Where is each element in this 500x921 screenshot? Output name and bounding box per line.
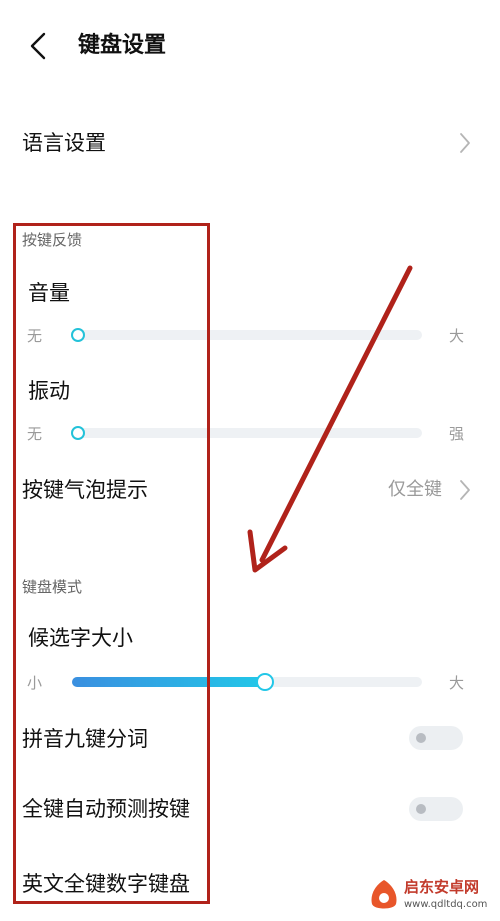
page-title: 键盘设置: [78, 33, 167, 58]
toggle-knob: [416, 804, 426, 814]
brand-logo-icon: [371, 880, 397, 909]
candidate-size-max-label: 大: [449, 674, 465, 692]
watermark: 启东安卓网 www.qdltdq.com: [368, 876, 496, 916]
language-setting-label: 语言设置: [22, 131, 106, 155]
candidate-size-slider-thumb[interactable]: [257, 674, 272, 689]
watermark-url: www.qdltdq.com: [404, 899, 488, 910]
pinyin-nine-key-toggle[interactable]: [409, 726, 463, 750]
full-key-predict-toggle[interactable]: [409, 797, 463, 821]
chevron-left-icon: [30, 32, 46, 60]
back-button[interactable]: [22, 28, 58, 64]
language-setting-row[interactable]: 语言设置: [0, 118, 500, 168]
toggle-knob: [416, 733, 426, 743]
chevron-right-icon: [460, 133, 470, 153]
vibration-max-label: 强: [449, 425, 465, 443]
key-bubble-value: 仅全键: [388, 479, 442, 500]
chevron-right-icon: [460, 480, 470, 500]
watermark-brand: 启东安卓网: [404, 878, 480, 896]
annotation-highlight-box: [13, 223, 210, 904]
volume-max-label: 大: [449, 327, 465, 345]
